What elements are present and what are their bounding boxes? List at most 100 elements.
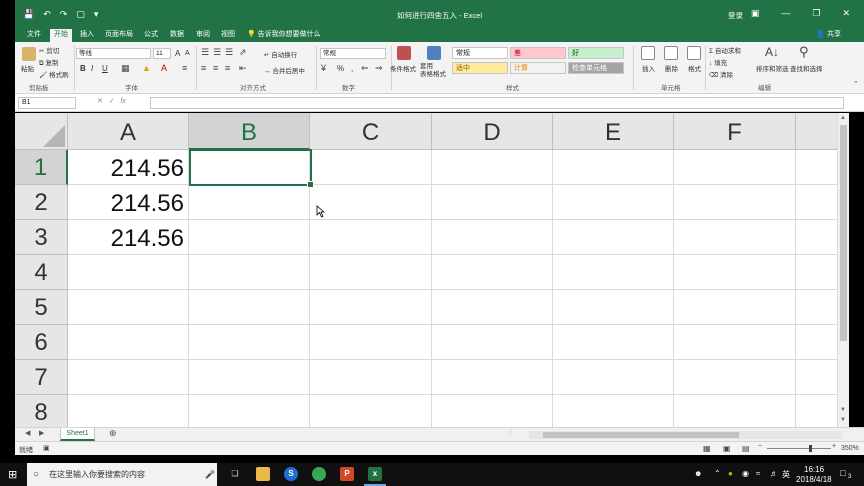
orientation-icon[interactable]: ⇗ xyxy=(239,47,247,58)
row-header-5[interactable]: 5 xyxy=(15,290,68,325)
worksheet-grid[interactable]: A B C D E F 1 2 3 4 5 6 7 8 214.56 214.5… xyxy=(15,113,837,427)
grid-cell[interactable] xyxy=(310,360,432,395)
task-view-icon[interactable]: ❏ xyxy=(228,467,242,481)
grid-cell[interactable] xyxy=(68,325,189,360)
border-icon[interactable]: ▦ xyxy=(121,63,130,74)
grid-cell[interactable] xyxy=(553,185,674,220)
grid-cell[interactable] xyxy=(553,150,674,185)
format-as-table-button[interactable]: 套用 表格格式 xyxy=(420,63,446,79)
align-middle-icon[interactable]: ☰ xyxy=(213,47,221,58)
file-explorer-icon[interactable] xyxy=(256,467,270,481)
page-layout-view-icon[interactable]: ▣ xyxy=(723,444,731,453)
tab-formulas[interactable]: 公式 xyxy=(140,29,162,42)
name-box[interactable]: B1 xyxy=(18,97,76,109)
scroll-up-icon[interactable]: ▲ xyxy=(840,115,846,121)
grid-cell[interactable] xyxy=(674,255,796,290)
grid-cell[interactable] xyxy=(674,150,796,185)
grid-cell[interactable] xyxy=(796,220,837,255)
align-bottom-icon[interactable]: ☰ xyxy=(225,47,233,58)
delete-cells-button[interactable]: 删除 xyxy=(665,63,678,73)
horizontal-scrollbar[interactable] xyxy=(529,431,842,439)
share-button[interactable]: 👤 共享 xyxy=(816,29,841,41)
style-calculation[interactable]: 计算 xyxy=(510,62,566,74)
grid-cell[interactable] xyxy=(432,360,553,395)
grid-cell[interactable] xyxy=(310,395,432,427)
cell-a1[interactable]: 214.56 xyxy=(68,150,189,185)
currency-icon[interactable]: ¥ xyxy=(321,63,326,73)
fill-button[interactable]: ↓ 填充 xyxy=(709,57,727,67)
tab-insert[interactable]: 插入 xyxy=(76,29,98,42)
column-header-g[interactable] xyxy=(796,113,837,150)
row-header-7[interactable]: 7 xyxy=(15,360,68,395)
grid-cell[interactable] xyxy=(189,220,310,255)
style-neutral[interactable]: 适中 xyxy=(452,62,508,74)
grid-cell[interactable] xyxy=(68,255,189,290)
login-button[interactable]: 登录 xyxy=(728,10,743,21)
grid-cell[interactable] xyxy=(796,395,837,427)
grid-cell[interactable] xyxy=(189,185,310,220)
zoom-in-icon[interactable]: + xyxy=(832,443,836,450)
grid-cell[interactable] xyxy=(432,255,553,290)
format-cells-icon[interactable] xyxy=(687,46,701,60)
grid-cell[interactable] xyxy=(553,255,674,290)
tab-split-icon[interactable]: ⋮ xyxy=(507,428,514,436)
show-hidden-icons[interactable]: ⌃ xyxy=(714,469,721,478)
formula-input[interactable] xyxy=(150,97,844,109)
decrease-decimal-icon[interactable]: ⇒ xyxy=(375,63,383,74)
sort-filter-icon[interactable]: A↓ xyxy=(765,45,779,59)
microphone-icon[interactable]: 🎤 xyxy=(205,463,215,486)
scroll-down-icon[interactable]: ▼ xyxy=(840,417,846,423)
grid-cell[interactable] xyxy=(553,325,674,360)
paste-button[interactable]: 粘贴 xyxy=(21,63,34,73)
shrink-font-button[interactable]: A xyxy=(185,50,190,57)
tab-review[interactable]: 审阅 xyxy=(192,29,214,42)
grid-cell[interactable] xyxy=(310,255,432,290)
grid-cell[interactable] xyxy=(432,395,553,427)
underline-button[interactable]: U xyxy=(102,64,108,73)
clock-date[interactable]: 2018/4/18 xyxy=(796,475,832,484)
row-header-8[interactable]: 8 xyxy=(15,395,68,427)
bold-button[interactable]: B xyxy=(80,64,86,73)
delete-cells-icon[interactable] xyxy=(664,46,678,60)
grid-cell[interactable] xyxy=(68,290,189,325)
align-top-icon[interactable]: ☰ xyxy=(201,47,209,58)
grid-cell[interactable] xyxy=(553,290,674,325)
format-painter-button[interactable]: 🖌 格式刷 xyxy=(39,69,69,79)
vertical-scroll-thumb[interactable] xyxy=(840,125,847,341)
row-header-6[interactable]: 6 xyxy=(15,325,68,360)
cut-button[interactable]: ✂ 剪切 xyxy=(39,45,59,55)
powerpoint-icon[interactable]: P xyxy=(340,467,354,481)
italic-button[interactable]: I xyxy=(91,64,93,73)
chrome-icon[interactable] xyxy=(312,467,326,481)
windows-start-icon[interactable]: ⊞ xyxy=(8,468,17,481)
grid-cell[interactable] xyxy=(796,185,837,220)
taskbar-search[interactable]: ○ 在这里输入你要搜索的内容 🎤 xyxy=(27,463,217,486)
tab-page-layout[interactable]: 页面布局 xyxy=(101,29,137,42)
grid-cell[interactable] xyxy=(68,360,189,395)
grow-font-button[interactable]: A xyxy=(175,49,180,58)
scroll-sheets-left-icon[interactable]: ◀ xyxy=(25,429,30,437)
grid-cell[interactable] xyxy=(310,150,432,185)
minimize-icon[interactable]: — xyxy=(781,8,790,19)
scroll-down-icon[interactable]: ▼ xyxy=(840,407,846,413)
style-check-cell[interactable]: 检查单元格 xyxy=(568,62,624,74)
increase-decimal-icon[interactable]: ⇐ xyxy=(361,63,369,74)
scroll-sheets-right-icon[interactable]: ▶ xyxy=(39,429,44,437)
grid-cell[interactable] xyxy=(432,325,553,360)
grid-cell[interactable] xyxy=(553,360,674,395)
ime-indicator[interactable]: 英 xyxy=(782,469,790,480)
enter-icon[interactable]: ✓ xyxy=(109,98,115,105)
row-header-2[interactable]: 2 xyxy=(15,185,68,220)
grid-cell[interactable] xyxy=(68,395,189,427)
zoom-slider-thumb[interactable] xyxy=(809,445,812,452)
column-header-e[interactable]: E xyxy=(553,113,674,150)
grid-cell[interactable] xyxy=(796,150,837,185)
grid-cell[interactable] xyxy=(189,255,310,290)
indent-icon[interactable]: ⇤ xyxy=(239,63,247,74)
grid-cell[interactable] xyxy=(310,185,432,220)
macro-record-icon[interactable]: ▣ xyxy=(43,444,50,452)
tab-view[interactable]: 视图 xyxy=(217,29,239,42)
row-header-4[interactable]: 4 xyxy=(15,255,68,290)
restore-icon[interactable]: ❐ xyxy=(812,8,820,19)
grid-cell[interactable] xyxy=(674,290,796,325)
